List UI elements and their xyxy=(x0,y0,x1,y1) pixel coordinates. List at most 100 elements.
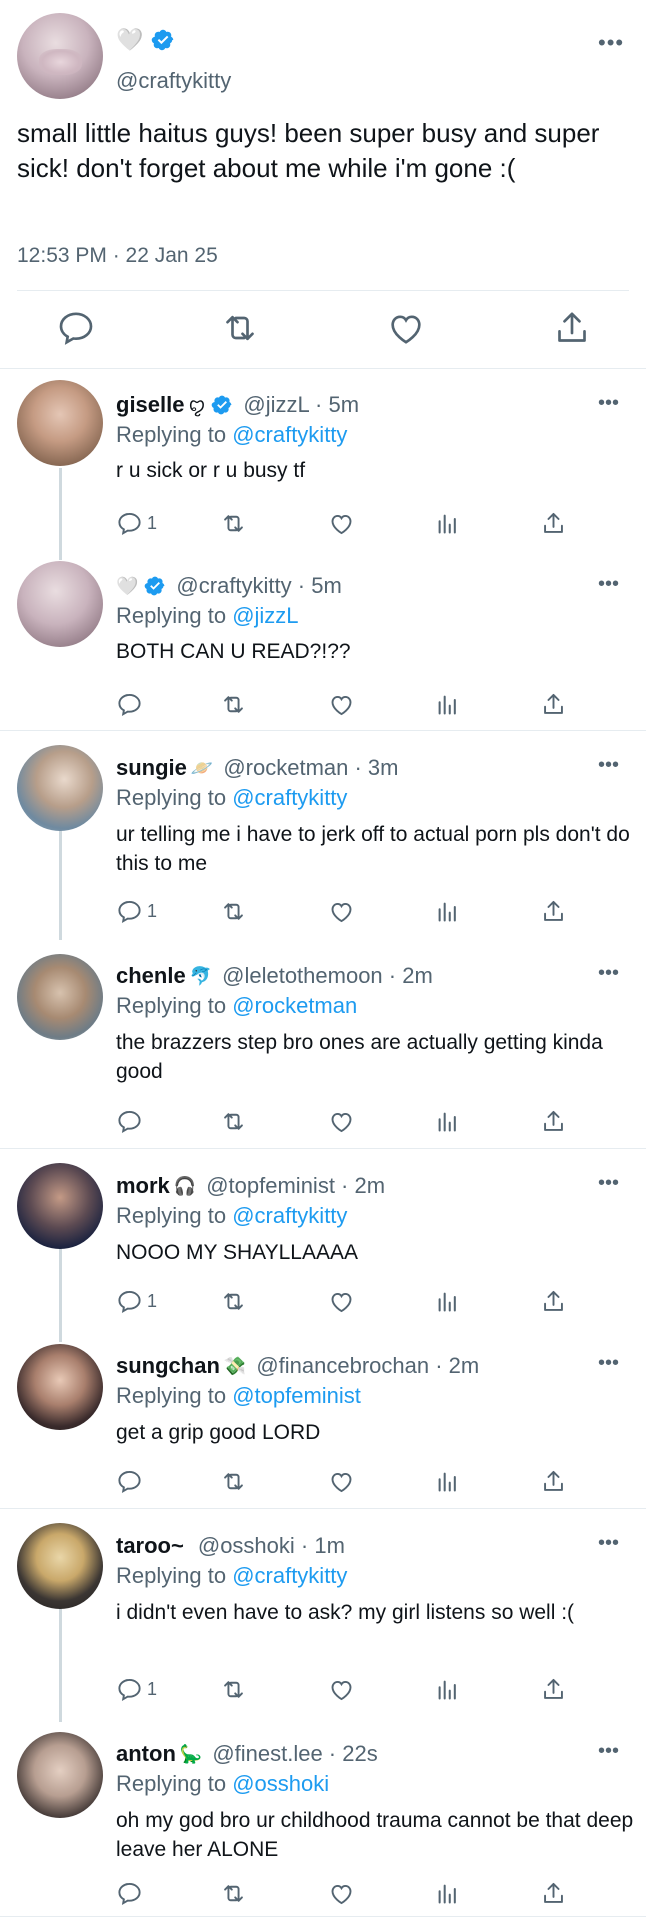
retweet-button[interactable] xyxy=(220,1878,247,1908)
name-emoji: 🤍 xyxy=(116,575,139,596)
more-icon[interactable]: ••• xyxy=(598,30,624,56)
views-button[interactable] xyxy=(434,689,461,719)
more-icon[interactable]: ••• xyxy=(598,754,619,777)
views-icon xyxy=(438,1112,456,1132)
reply-header: anton 🦕 @finest.lee · 22s xyxy=(116,1741,378,1767)
retweet-button[interactable] xyxy=(220,1466,247,1496)
views-button[interactable] xyxy=(434,508,461,538)
handle-time[interactable]: @rocketman · 3m xyxy=(223,755,398,781)
retweet-button[interactable] xyxy=(220,1286,247,1316)
reply-button[interactable]: 1 xyxy=(116,896,157,926)
reply-button[interactable]: 1 xyxy=(116,1286,157,1316)
display-name[interactable]: sungie xyxy=(116,755,187,781)
retweet-button[interactable] xyxy=(220,1674,247,1704)
share-button[interactable] xyxy=(540,1106,567,1136)
more-icon[interactable]: ••• xyxy=(598,1352,619,1375)
thread-line xyxy=(59,828,62,940)
handle-time[interactable]: @finest.lee · 22s xyxy=(212,1741,377,1767)
share-button[interactable] xyxy=(540,1286,567,1316)
display-name[interactable]: anton xyxy=(116,1741,176,1767)
reply-button[interactable] xyxy=(116,689,147,719)
tweet-timestamp[interactable]: 12:53 PM · 22 Jan 25 xyxy=(17,244,218,268)
retweet-button[interactable] xyxy=(220,1106,247,1136)
avatar[interactable] xyxy=(17,1732,103,1818)
retweet-button[interactable] xyxy=(220,896,247,926)
replying-to-link[interactable]: @craftykitty xyxy=(232,1203,347,1228)
share-button[interactable] xyxy=(540,689,567,719)
author-name-row[interactable]: 🤍 xyxy=(116,28,175,52)
reply-button[interactable] xyxy=(116,1466,147,1496)
reply-button[interactable] xyxy=(116,1106,147,1136)
handle-time[interactable]: @leletothemoon · 2m xyxy=(222,963,433,989)
like-button[interactable] xyxy=(328,1106,355,1136)
share-icon[interactable] xyxy=(552,308,592,348)
handle-time[interactable]: @osshoki · 1m xyxy=(198,1533,345,1559)
views-button[interactable] xyxy=(434,1466,461,1496)
handle-time[interactable]: @jizzL · 5m xyxy=(243,392,359,418)
views-button[interactable] xyxy=(434,1674,461,1704)
like-button[interactable] xyxy=(328,1466,355,1496)
share-button[interactable] xyxy=(540,1878,567,1908)
replying-to-link[interactable]: @osshoki xyxy=(232,1771,329,1796)
retweet-button[interactable] xyxy=(220,689,247,719)
name-emoji: 💸 xyxy=(223,1355,247,1376)
retweet-icon xyxy=(224,1112,243,1130)
avatar[interactable] xyxy=(17,380,103,466)
more-icon[interactable]: ••• xyxy=(598,962,619,985)
views-button[interactable] xyxy=(434,1878,461,1908)
retweet-button[interactable] xyxy=(220,508,247,538)
views-button[interactable] xyxy=(434,896,461,926)
like-button[interactable] xyxy=(328,689,355,719)
replying-to-link[interactable]: @jizzL xyxy=(232,603,298,628)
more-icon[interactable]: ••• xyxy=(598,1532,619,1555)
display-name[interactable]: taroo~ xyxy=(116,1533,184,1559)
like-button[interactable] xyxy=(328,1674,355,1704)
handle-time[interactable]: @topfeminist · 2m xyxy=(206,1173,385,1199)
replying-to-link[interactable]: @craftykitty xyxy=(232,1563,347,1588)
author-handle[interactable]: @craftykitty xyxy=(116,68,231,94)
like-button[interactable] xyxy=(328,508,355,538)
reply-icon xyxy=(118,1678,141,1701)
like-button[interactable] xyxy=(328,896,355,926)
avatar[interactable] xyxy=(17,1344,103,1430)
share-button[interactable] xyxy=(540,1466,567,1496)
reply-button[interactable]: 1 xyxy=(116,1674,157,1704)
avatar[interactable] xyxy=(17,1523,103,1609)
name-emoji: 🎧 xyxy=(173,1175,197,1196)
avatar[interactable] xyxy=(17,954,103,1040)
like-button[interactable] xyxy=(328,1878,355,1908)
replying-prefix: Replying to xyxy=(116,603,233,628)
retweet-icon[interactable] xyxy=(220,308,260,348)
replying-to-link[interactable]: @rocketman xyxy=(232,993,357,1018)
like-button[interactable] xyxy=(328,1286,355,1316)
replying-prefix: Replying to xyxy=(116,422,233,447)
display-name[interactable]: chenle xyxy=(116,963,186,989)
like-icon[interactable] xyxy=(386,308,426,348)
reply-button[interactable]: 1 xyxy=(116,508,157,538)
replying-to-link[interactable]: @craftykitty xyxy=(232,422,347,447)
replying-to-link[interactable]: @craftykitty xyxy=(232,785,347,810)
share-button[interactable] xyxy=(540,896,567,926)
more-icon[interactable]: ••• xyxy=(598,1740,619,1763)
more-icon[interactable]: ••• xyxy=(598,392,619,415)
share-button[interactable] xyxy=(540,1674,567,1704)
display-name[interactable]: sungchan xyxy=(116,1353,220,1379)
handle-time[interactable]: @craftykitty · 5m xyxy=(176,573,341,599)
replying-to-link[interactable]: @topfeminist xyxy=(232,1383,361,1408)
avatar[interactable] xyxy=(17,1163,103,1249)
more-icon[interactable]: ••• xyxy=(598,1172,619,1195)
display-name[interactable]: giselle xyxy=(116,392,184,418)
avatar[interactable] xyxy=(17,745,103,831)
reply-button[interactable] xyxy=(116,1878,147,1908)
display-name[interactable]: mork xyxy=(116,1173,170,1199)
more-icon[interactable]: ••• xyxy=(598,573,619,596)
reply-icon[interactable] xyxy=(56,308,96,348)
views-button[interactable] xyxy=(434,1106,461,1136)
views-button[interactable] xyxy=(434,1286,461,1316)
avatar[interactable] xyxy=(17,561,103,647)
avatar[interactable] xyxy=(17,13,103,99)
handle-time[interactable]: @financebrochan · 2m xyxy=(256,1353,479,1379)
share-button[interactable] xyxy=(540,508,567,538)
verified-badge-icon xyxy=(145,576,165,596)
share-icon xyxy=(544,512,563,533)
